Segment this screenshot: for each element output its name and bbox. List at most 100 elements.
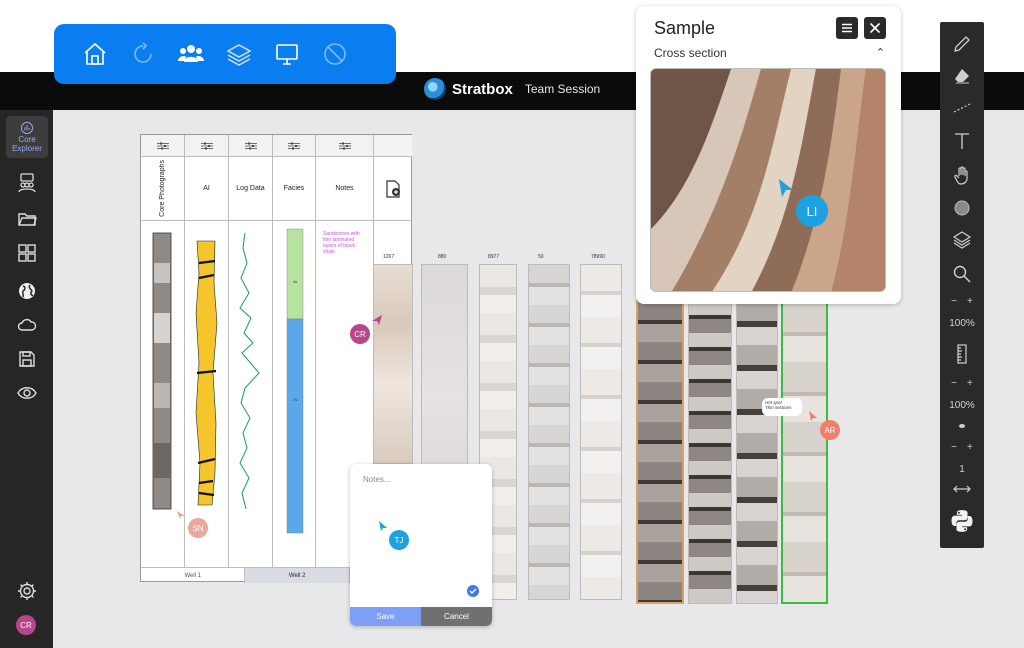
- hand-icon: [954, 166, 968, 185]
- cursor-tag-tj: TJ: [389, 530, 409, 550]
- facies-green[interactable]: [286, 228, 304, 320]
- layers-tool[interactable]: [940, 228, 984, 252]
- core-sample-7[interactable]: [688, 300, 732, 604]
- sidebar-item-save[interactable]: [6, 344, 48, 374]
- sidebar-item-core-explorer[interactable]: Core Explorer: [6, 116, 48, 158]
- text-tool[interactable]: [940, 128, 984, 154]
- color-dot-icon: [954, 200, 970, 216]
- sidebar-item-open[interactable]: [6, 204, 48, 234]
- main-toolbar: [54, 24, 396, 84]
- zoom-plus-button[interactable]: +: [967, 296, 973, 307]
- right-toolbar: − + 100% − + 100% − + 1: [940, 22, 984, 548]
- tab-well-1[interactable]: Well 1: [141, 567, 246, 583]
- dot-icon: [959, 424, 965, 428]
- cursor-arrow-icon: [379, 521, 387, 531]
- sidebar-item-collaborate[interactable]: [6, 168, 48, 198]
- sample-menu-button[interactable]: [836, 17, 858, 39]
- core-sample-4[interactable]: [528, 264, 570, 600]
- resize-tool[interactable]: [940, 480, 984, 498]
- count-value: 1: [959, 463, 965, 475]
- core-label-1: 1267: [383, 254, 395, 260]
- monitor-icon[interactable]: [272, 39, 302, 69]
- core-sample-9[interactable]: [781, 300, 828, 604]
- menu-icon: [842, 23, 852, 33]
- text-icon: [955, 133, 969, 149]
- measure-tool[interactable]: [940, 96, 984, 120]
- sample-title: Sample: [654, 18, 716, 38]
- core-label-2: 880: [438, 254, 447, 260]
- filter-sliders-icon[interactable]: [288, 142, 300, 150]
- facies-label-2: 7s: [293, 397, 297, 402]
- left-sidebar: Core Explorer CR: [0, 110, 53, 648]
- zoom-tool[interactable]: [940, 262, 984, 286]
- hand-tool[interactable]: [940, 162, 984, 188]
- grid-icon: [18, 244, 36, 262]
- sidebar-item-view[interactable]: [6, 378, 48, 408]
- eraser-tool[interactable]: [940, 64, 984, 88]
- home-icon[interactable]: [80, 39, 110, 69]
- layers-icon: [952, 231, 972, 249]
- user-avatar[interactable]: CR: [16, 615, 36, 635]
- core-label-5: 78990: [591, 254, 605, 260]
- search-icon: [953, 265, 971, 283]
- filter-sliders-icon[interactable]: [338, 142, 351, 150]
- core-label-4: 50: [538, 254, 544, 260]
- sample-close-button[interactable]: [864, 17, 886, 39]
- tab-well-2[interactable]: Well 2: [245, 567, 350, 583]
- filter-sliders-icon[interactable]: [156, 142, 169, 150]
- brand-name: Stratbox: [452, 80, 513, 98]
- color-tool[interactable]: [940, 196, 984, 220]
- cursor-arrow-icon: [372, 315, 382, 325]
- add-column-icon[interactable]: [385, 179, 401, 198]
- cursor-tag-ar: AR: [820, 420, 840, 440]
- notes-text[interactable]: Sandstones with thin laminated layers of…: [323, 231, 367, 255]
- cursor-arrow-icon: [779, 179, 793, 197]
- annotation-line-2: Thin sections: [765, 405, 792, 410]
- scale-minus-button[interactable]: −: [951, 378, 957, 389]
- scale-plus-button[interactable]: +: [967, 378, 973, 389]
- sidebar-item-settings[interactable]: [6, 576, 48, 606]
- save-button[interactable]: Save: [350, 607, 421, 626]
- column-header-core-photographs: Core Photographs: [159, 160, 166, 217]
- sidebar-item-globe[interactable]: [6, 276, 48, 306]
- hotspot-annotation[interactable]: Hot spot Thin sections: [762, 398, 802, 416]
- collapse-chevron-icon[interactable]: ⌃: [876, 46, 885, 59]
- layers-icon[interactable]: [224, 39, 254, 69]
- column-header-ai: AI: [203, 185, 210, 192]
- facies-label-1: 4s: [293, 279, 297, 284]
- folder-icon: [18, 213, 37, 226]
- core-sample-1[interactable]: [373, 264, 413, 464]
- filter-sliders-icon[interactable]: [200, 142, 213, 150]
- core-sample-5[interactable]: [580, 264, 622, 600]
- users-icon[interactable]: [176, 39, 206, 69]
- cross-section-image[interactable]: [650, 68, 886, 292]
- count-plus-button[interactable]: +: [967, 442, 973, 453]
- brush-size-tool[interactable]: [940, 420, 984, 432]
- eye-icon: [17, 387, 37, 399]
- zoom-level-2: 100%: [949, 399, 975, 411]
- column-header-log-data: Log Data: [236, 185, 265, 192]
- count-minus-button[interactable]: −: [951, 442, 957, 453]
- ruler-tool[interactable]: [940, 340, 984, 368]
- filter-sliders-icon[interactable]: [244, 142, 257, 150]
- sidebar-item-grid[interactable]: [6, 238, 48, 268]
- core-label-3: 8977: [488, 254, 500, 260]
- python-tool[interactable]: [940, 506, 984, 536]
- refresh-icon[interactable]: [128, 39, 158, 69]
- facies-blue[interactable]: [286, 318, 304, 534]
- core-sample-8[interactable]: [736, 300, 778, 604]
- cursor-arrow-icon: [809, 411, 817, 421]
- column-header-facies: Facies: [283, 185, 305, 192]
- block-icon[interactable]: [320, 39, 350, 69]
- check-icon[interactable]: [466, 584, 480, 598]
- cursor-tag-cr: CR: [350, 324, 370, 344]
- pencil-tool[interactable]: [940, 32, 984, 56]
- cancel-button[interactable]: Cancel: [421, 607, 492, 626]
- zoom-minus-button[interactable]: −: [951, 296, 957, 307]
- zoom-stepper-2: − +: [940, 376, 984, 390]
- log-curve[interactable]: [239, 232, 260, 510]
- notes-input[interactable]: Notes...: [363, 475, 391, 484]
- close-icon: [869, 22, 881, 34]
- core-sample-6[interactable]: [636, 300, 684, 604]
- sidebar-item-cloud[interactable]: [6, 310, 48, 340]
